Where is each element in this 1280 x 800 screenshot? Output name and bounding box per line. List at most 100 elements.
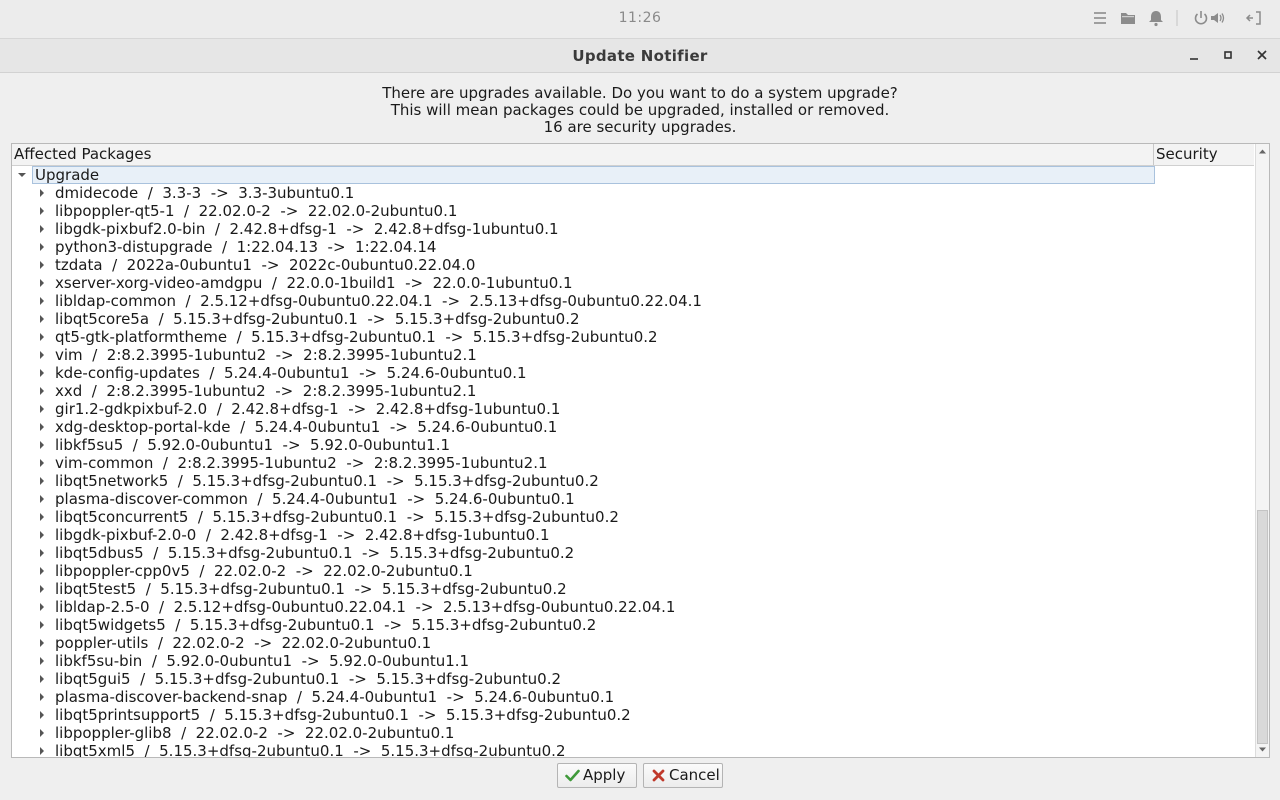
package-row[interactable]: python3-distupgrade / 1:22.04.13 -> 1:22… xyxy=(12,238,1254,256)
package-row[interactable]: xdg-desktop-portal-kde / 5.24.4-0ubuntu1… xyxy=(12,418,1254,436)
package-row[interactable]: libqt5test5 / 5.15.3+dfsg-2ubuntu0.1 -> … xyxy=(12,580,1254,598)
package-row[interactable]: libqt5dbus5 / 5.15.3+dfsg-2ubuntu0.1 -> … xyxy=(12,544,1254,562)
package-label: libkf5su5 / 5.92.0-0ubuntu1 -> 5.92.0-0u… xyxy=(55,436,451,454)
package-row[interactable]: vim-common / 2:8.2.3995-1ubuntu2 -> 2:8.… xyxy=(12,454,1254,472)
expand-arrow-icon[interactable] xyxy=(37,368,47,378)
package-row[interactable]: xserver-xorg-video-amdgpu / 22.0.0-1buil… xyxy=(12,274,1254,292)
package-label: plasma-discover-backend-snap / 5.24.4-0u… xyxy=(55,688,615,706)
bell-icon[interactable] xyxy=(1147,9,1165,27)
package-row[interactable]: libqt5printsupport5 / 5.15.3+dfsg-2ubunt… xyxy=(12,706,1254,724)
package-row[interactable]: libqt5xml5 / 5.15.3+dfsg-2ubuntu0.1 -> 5… xyxy=(12,742,1254,757)
expand-arrow-icon[interactable] xyxy=(37,296,47,306)
package-row[interactable]: libldap-2.5-0 / 2.5.12+dfsg-0ubuntu0.22.… xyxy=(12,598,1254,616)
package-label: poppler-utils / 22.02.0-2 -> 22.02.0-2ub… xyxy=(55,634,432,652)
package-row[interactable]: libqt5network5 / 5.15.3+dfsg-2ubuntu0.1 … xyxy=(12,472,1254,490)
expand-arrow-icon[interactable] xyxy=(37,692,47,702)
package-row[interactable]: libpoppler-glib8 / 22.02.0-2 -> 22.02.0-… xyxy=(12,724,1254,742)
package-label: libpoppler-cpp0v5 / 22.02.0-2 -> 22.02.0… xyxy=(55,562,473,580)
tree-group-upgrade[interactable]: Upgrade xyxy=(12,166,1254,184)
expand-arrow-icon[interactable] xyxy=(37,566,47,576)
expand-arrow-icon[interactable] xyxy=(37,314,47,324)
package-row[interactable]: dmidecode / 3.3-3 -> 3.3-3ubuntu0.1 xyxy=(12,184,1254,202)
expand-arrow-icon[interactable] xyxy=(37,440,47,450)
expand-arrow-icon[interactable] xyxy=(37,674,47,684)
apply-button[interactable]: Apply xyxy=(557,763,637,788)
package-row[interactable]: gir1.2-gdkpixbuf-2.0 / 2.42.8+dfsg-1 -> … xyxy=(12,400,1254,418)
package-label: gir1.2-gdkpixbuf-2.0 / 2.42.8+dfsg-1 -> … xyxy=(55,400,561,418)
expand-arrow-icon[interactable] xyxy=(37,746,47,756)
package-row[interactable]: libldap-common / 2.5.12+dfsg-0ubuntu0.22… xyxy=(12,292,1254,310)
package-row[interactable]: libqt5gui5 / 5.15.3+dfsg-2ubuntu0.1 -> 5… xyxy=(12,670,1254,688)
expand-arrow-icon[interactable] xyxy=(37,350,47,360)
package-row[interactable]: libkf5su-bin / 5.92.0-0ubuntu1 -> 5.92.0… xyxy=(12,652,1254,670)
scroll-up-arrow-icon[interactable] xyxy=(1258,147,1267,156)
expand-arrow-icon[interactable] xyxy=(37,548,47,558)
package-row[interactable]: libqt5core5a / 5.15.3+dfsg-2ubuntu0.1 ->… xyxy=(12,310,1254,328)
column-header-affected-packages[interactable]: Affected Packages xyxy=(12,144,1154,165)
panel-clock[interactable]: 11:26 xyxy=(0,10,1280,26)
window-titlebar[interactable]: Update Notifier xyxy=(0,39,1280,73)
expand-arrow-icon[interactable] xyxy=(37,494,47,504)
package-row[interactable]: libkf5su5 / 5.92.0-0ubuntu1 -> 5.92.0-0u… xyxy=(12,436,1254,454)
package-label: qt5-gtk-platformtheme / 5.15.3+dfsg-2ubu… xyxy=(55,328,658,346)
package-row[interactable]: plasma-discover-backend-snap / 5.24.4-0u… xyxy=(12,688,1254,706)
expand-arrow-icon[interactable] xyxy=(37,584,47,594)
expand-arrow-icon[interactable] xyxy=(37,530,47,540)
expand-arrow-icon[interactable] xyxy=(37,224,47,234)
maximize-icon[interactable] xyxy=(1220,47,1236,63)
checkmark-icon xyxy=(565,768,580,783)
expand-arrow-icon[interactable] xyxy=(37,656,47,666)
package-row[interactable]: poppler-utils / 22.02.0-2 -> 22.02.0-2ub… xyxy=(12,634,1254,652)
package-row[interactable]: libqt5widgets5 / 5.15.3+dfsg-2ubuntu0.1 … xyxy=(12,616,1254,634)
expand-arrow-icon[interactable] xyxy=(37,476,47,486)
expand-arrow-icon[interactable] xyxy=(37,458,47,468)
expand-arrow-icon[interactable] xyxy=(37,188,47,198)
close-icon[interactable] xyxy=(1254,47,1270,63)
expand-arrow-icon[interactable] xyxy=(37,422,47,432)
package-label: libqt5printsupport5 / 5.15.3+dfsg-2ubunt… xyxy=(55,706,631,724)
minimize-icon[interactable] xyxy=(1186,47,1202,63)
expand-arrow-icon[interactable] xyxy=(37,332,47,342)
volume-icon[interactable] xyxy=(1209,9,1227,27)
package-row[interactable]: xxd / 2:8.2.3995-1ubuntu2 -> 2:8.2.3995-… xyxy=(12,382,1254,400)
affected-packages-tree[interactable]: Affected Packages Security Upgrade dmide… xyxy=(11,143,1270,758)
cancel-button[interactable]: Cancel xyxy=(643,763,723,788)
vertical-scrollbar[interactable] xyxy=(1255,144,1269,757)
expand-arrow-icon[interactable] xyxy=(37,386,47,396)
expand-arrow-icon[interactable] xyxy=(37,278,47,288)
package-label: xdg-desktop-portal-kde / 5.24.4-0ubuntu1… xyxy=(55,418,558,436)
package-row[interactable]: qt5-gtk-platformtheme / 5.15.3+dfsg-2ubu… xyxy=(12,328,1254,346)
scroll-down-arrow-icon[interactable] xyxy=(1258,745,1267,754)
package-row[interactable]: plasma-discover-common / 5.24.4-0ubuntu1… xyxy=(12,490,1254,508)
power-icon[interactable] xyxy=(1192,9,1210,27)
expand-arrow-icon[interactable] xyxy=(37,602,47,612)
expand-arrow-icon[interactable] xyxy=(37,728,47,738)
package-label: vim-common / 2:8.2.3995-1ubuntu2 -> 2:8.… xyxy=(55,454,548,472)
column-header-security[interactable]: Security xyxy=(1154,144,1254,165)
folder-icon[interactable] xyxy=(1119,9,1137,27)
expand-arrow-icon[interactable] xyxy=(37,242,47,252)
package-label: plasma-discover-common / 5.24.4-0ubuntu1… xyxy=(55,490,575,508)
logout-icon[interactable] xyxy=(1245,9,1263,27)
expand-arrow-icon[interactable] xyxy=(37,206,47,216)
package-row[interactable]: tzdata / 2022a-0ubuntu1 -> 2022c-0ubuntu… xyxy=(12,256,1254,274)
row-selection xyxy=(32,166,1155,184)
collapse-arrow-icon[interactable] xyxy=(17,170,27,180)
package-row[interactable]: vim / 2:8.2.3995-1ubuntu2 -> 2:8.2.3995-… xyxy=(12,346,1254,364)
expand-arrow-icon[interactable] xyxy=(37,260,47,270)
expand-arrow-icon[interactable] xyxy=(37,404,47,414)
expand-arrow-icon[interactable] xyxy=(37,512,47,522)
expand-arrow-icon[interactable] xyxy=(37,638,47,648)
package-row[interactable]: libpoppler-cpp0v5 / 22.02.0-2 -> 22.02.0… xyxy=(12,562,1254,580)
package-row[interactable]: kde-config-updates / 5.24.4-0ubuntu1 -> … xyxy=(12,364,1254,382)
package-row[interactable]: libqt5concurrent5 / 5.15.3+dfsg-2ubuntu0… xyxy=(12,508,1254,526)
package-row[interactable]: libpoppler-qt5-1 / 22.02.0-2 -> 22.02.0-… xyxy=(12,202,1254,220)
expand-arrow-icon[interactable] xyxy=(37,710,47,720)
package-row[interactable]: libgdk-pixbuf2.0-bin / 2.42.8+dfsg-1 -> … xyxy=(12,220,1254,238)
package-label: xserver-xorg-video-amdgpu / 22.0.0-1buil… xyxy=(55,274,573,292)
package-label: dmidecode / 3.3-3 -> 3.3-3ubuntu0.1 xyxy=(55,184,355,202)
expand-arrow-icon[interactable] xyxy=(37,620,47,630)
package-row[interactable]: libgdk-pixbuf-2.0-0 / 2.42.8+dfsg-1 -> 2… xyxy=(12,526,1254,544)
scrollbar-thumb[interactable] xyxy=(1257,510,1268,744)
menu-icon[interactable] xyxy=(1091,9,1109,27)
